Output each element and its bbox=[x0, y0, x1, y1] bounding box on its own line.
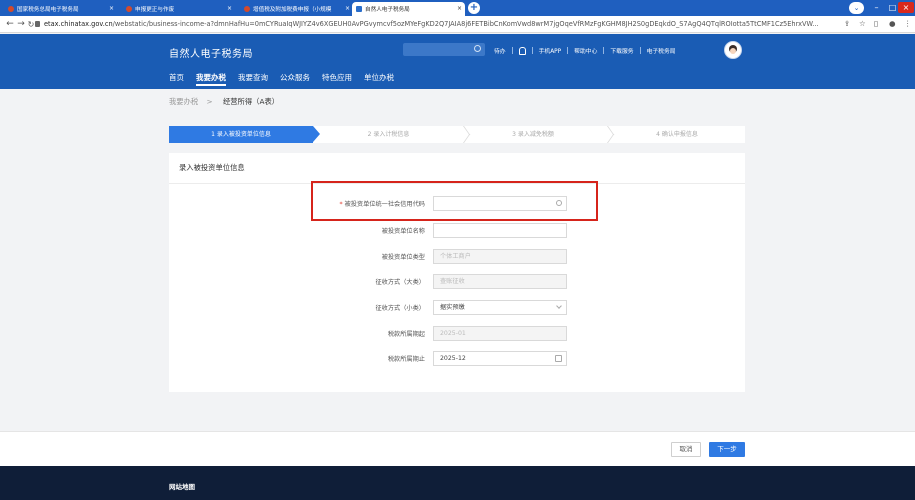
nav-home[interactable]: 首页 bbox=[169, 72, 184, 86]
form-row-period-start: 税款所属期起 2025-01 bbox=[169, 326, 745, 341]
field-label: 税款所属期起 bbox=[387, 331, 425, 338]
unit-type-field: 个体工商户 bbox=[433, 249, 567, 264]
browser-tab-title: 增值税及附加税费申报（小规模 bbox=[253, 7, 332, 13]
avatar[interactable] bbox=[724, 41, 742, 59]
breadcrumb-separator: > bbox=[206, 97, 213, 106]
calendar-icon[interactable] bbox=[555, 355, 562, 362]
chevron-down-icon[interactable]: ⌄ bbox=[849, 2, 864, 14]
form-row-period-end: 税款所属期止 2025-12 bbox=[169, 351, 745, 366]
minimize-icon[interactable]: – bbox=[868, 2, 885, 13]
step-1: 1 录入被投资单位信息 bbox=[169, 126, 313, 143]
divider bbox=[511, 47, 513, 54]
step-divider bbox=[457, 126, 465, 143]
nav-featured-apps[interactable]: 特色应用 bbox=[322, 72, 352, 86]
section-title: 录入被投资单位信息 bbox=[179, 163, 245, 172]
main-nav: 首页 我要办税 我要查询 公众服务 特色应用 单位办税 bbox=[169, 72, 406, 86]
mobile-app-link[interactable]: 手机APP bbox=[539, 46, 562, 55]
close-tab-icon[interactable]: × bbox=[457, 5, 462, 12]
url-path: /webstatic/business-income-a?dmnHafHu=0m… bbox=[112, 20, 819, 28]
cancel-button[interactable]: 取消 bbox=[671, 442, 701, 457]
breadcrumb: 我要办税 > 经营所得（A表） bbox=[169, 97, 279, 107]
divider bbox=[603, 47, 605, 54]
divider bbox=[531, 47, 533, 54]
back-icon[interactable]: ← bbox=[5, 19, 15, 30]
new-tab-button[interactable]: + bbox=[468, 2, 480, 14]
header-links: 待办 手机APP 帮助中心 下载服务 电子税务局 bbox=[494, 45, 676, 56]
nav-query[interactable]: 我要查询 bbox=[238, 72, 268, 86]
step-2: 2 录入计税信息 bbox=[367, 131, 410, 138]
search-icon[interactable] bbox=[474, 45, 481, 52]
action-bar: 取消 下一步 bbox=[0, 431, 915, 466]
form-row-collection-minor: 征收方式（小类） 据实预缴 bbox=[169, 300, 745, 315]
period-end-datepicker[interactable]: 2025-12 bbox=[433, 351, 567, 366]
nav-public-service[interactable]: 公众服务 bbox=[280, 72, 310, 86]
close-icon[interactable]: × bbox=[898, 2, 914, 13]
browser-tab[interactable]: 申报更正与作废 × bbox=[122, 2, 235, 16]
help-center-link[interactable]: 帮助中心 bbox=[574, 46, 597, 55]
field-label: 被投资单位类型 bbox=[381, 254, 425, 261]
site-footer: 网站地图 bbox=[0, 466, 915, 500]
close-tab-icon[interactable]: × bbox=[344, 5, 350, 12]
field-label: 征收方式（小类） bbox=[375, 305, 426, 312]
field-label: 税款所属期止 bbox=[387, 356, 425, 363]
favicon-icon bbox=[244, 6, 250, 12]
sidebar-icon[interactable]: ▯ bbox=[874, 19, 878, 28]
url-field[interactable]: etax.chinatax.gov.cn/webstatic/business-… bbox=[44, 20, 834, 28]
url-host: etax.chinatax.gov.cn bbox=[44, 20, 113, 28]
progress-stepper: 1 录入被投资单位信息 2 录入计税信息 3 录入减免税额 4 确认申报信息 bbox=[169, 126, 745, 143]
browser-tab-title: 申报更正与作废 bbox=[135, 7, 175, 13]
browser-tab-title: 国家税务总局电子税务局 bbox=[17, 7, 79, 13]
profile-icon[interactable]: ● bbox=[889, 19, 896, 28]
browser-tab[interactable]: 增值税及附加税费申报（小规模 × bbox=[240, 2, 353, 16]
field-label: 被投资单位名称 bbox=[381, 228, 425, 235]
nav-tax-handling[interactable]: 我要办税 bbox=[196, 72, 226, 86]
close-tab-icon[interactable]: × bbox=[227, 5, 232, 12]
form-row-unit-type: 被投资单位类型 个体工商户 bbox=[169, 249, 745, 264]
divider bbox=[639, 47, 641, 54]
field-label: 征收方式（大类） bbox=[375, 279, 426, 286]
next-step-button[interactable]: 下一步 bbox=[709, 442, 745, 457]
step-divider bbox=[601, 126, 609, 143]
favicon-icon bbox=[126, 6, 132, 12]
unit-name-input[interactable] bbox=[433, 223, 567, 238]
step-arrow bbox=[313, 126, 320, 142]
favicon-icon bbox=[356, 6, 362, 12]
browser-tab-title: 自然人电子税务局 bbox=[365, 7, 410, 13]
collection-method-minor-select[interactable]: 据实预缴 bbox=[433, 300, 567, 315]
favicon-icon bbox=[8, 6, 14, 12]
forward-icon[interactable]: → bbox=[16, 19, 26, 30]
close-tab-icon[interactable]: × bbox=[109, 5, 114, 12]
breadcrumb-current: 经营所得（A表） bbox=[222, 97, 280, 106]
sitemap-link[interactable]: 网站地图 bbox=[169, 481, 195, 491]
todo-link[interactable]: 待办 bbox=[494, 46, 506, 55]
step-4: 4 确认申报信息 bbox=[656, 131, 698, 138]
chevron-down-icon[interactable] bbox=[556, 303, 562, 309]
lock-icon bbox=[35, 21, 40, 27]
browser-tab-strip: 国家税务总局电子税务局 × 申报更正与作废 × 增值税及附加税费申报（小规模 ×… bbox=[0, 0, 915, 16]
highlight-box bbox=[311, 181, 598, 221]
form-row-collection-major: 征收方式（大类） 查账征收 bbox=[169, 274, 745, 289]
menu-icon[interactable]: ⋮ bbox=[904, 19, 912, 28]
nav-unit-tax[interactable]: 单位办税 bbox=[364, 72, 394, 86]
browser-tab[interactable]: 国家税务总局电子税务局 × bbox=[4, 2, 117, 16]
star-icon[interactable]: ☆ bbox=[859, 19, 866, 28]
browser-tab-active[interactable]: 自然人电子税务局 × bbox=[352, 2, 465, 16]
divider bbox=[567, 47, 569, 54]
address-bar: ← → ↻ etax.chinatax.gov.cn/webstatic/bus… bbox=[0, 16, 915, 33]
download-link[interactable]: 下载服务 bbox=[610, 46, 633, 55]
step-3: 3 录入减免税额 bbox=[512, 131, 554, 138]
collection-method-major-field: 查账征收 bbox=[433, 274, 567, 289]
breadcrumb-parent[interactable]: 我要办税 bbox=[169, 97, 198, 106]
site-search-input[interactable] bbox=[403, 43, 485, 56]
form-row-unit-name: 被投资单位名称 bbox=[169, 223, 745, 238]
period-start-field: 2025-01 bbox=[433, 326, 567, 341]
share-icon[interactable]: ⇪ bbox=[844, 19, 850, 28]
etax-link[interactable]: 电子税务局 bbox=[647, 46, 676, 55]
site-title[interactable]: 自然人电子税务局 bbox=[169, 45, 253, 60]
bell-icon[interactable] bbox=[518, 46, 526, 55]
